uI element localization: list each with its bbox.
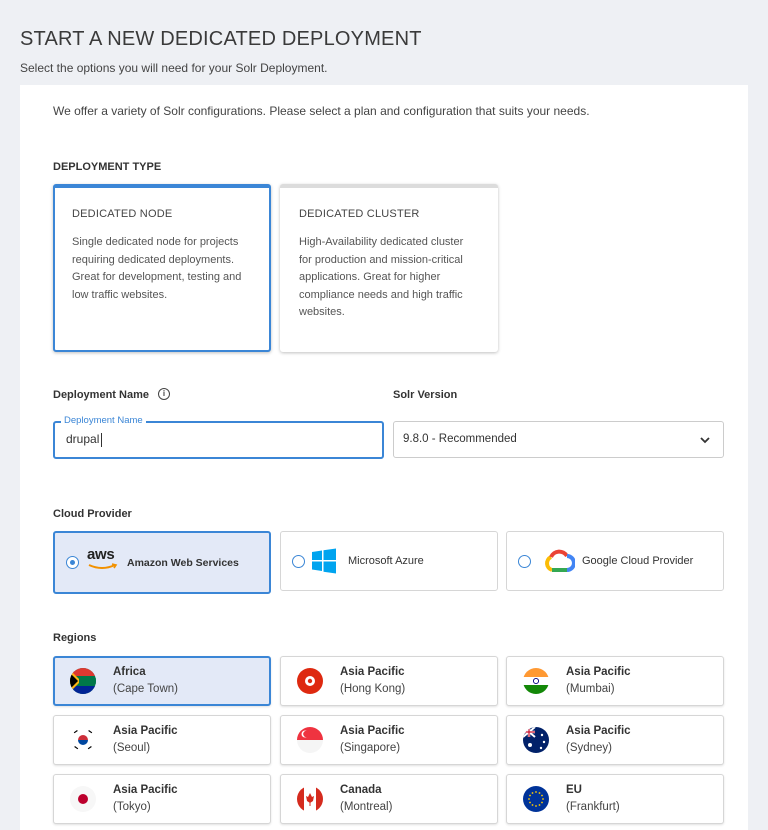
chevron-down-icon (700, 437, 710, 444)
region-name: Asia Pacific (566, 725, 631, 737)
deployment-type-dedicated-cluster[interactable]: DEDICATED CLUSTER High-Availability dedi… (280, 184, 498, 352)
page-subtitle: Select the options you will need for you… (20, 61, 328, 75)
region-africa-cape-town[interactable]: Africa (Cape Town) (53, 656, 271, 706)
eu-flag-icon (523, 786, 549, 812)
region-asia-tokyo[interactable]: Asia Pacific (Tokyo) (53, 774, 271, 824)
solr-version-label: Solr Version (393, 389, 458, 401)
deployment-form-panel: We offer a variety of Solr configuration… (20, 85, 748, 830)
deployment-name-label: Deployment Name (53, 389, 149, 401)
region-city: (Seoul) (113, 742, 151, 754)
page-title: START A NEW DEDICATED DEPLOYMENT (20, 28, 422, 50)
regions-label: Regions (53, 632, 97, 644)
region-asia-seoul[interactable]: Asia Pacific (Seoul) (53, 715, 271, 765)
region-name: Asia Pacific (566, 666, 631, 678)
region-city: (Frankfurt) (566, 801, 620, 813)
region-city: (Mumbai) (566, 683, 615, 695)
region-name: Asia Pacific (113, 784, 178, 796)
region-name: Asia Pacific (340, 666, 405, 678)
cloud-provider-label: Cloud Provider (53, 508, 132, 520)
singapore-flag-icon (297, 727, 323, 753)
india-flag-icon (523, 668, 549, 694)
region-name: Asia Pacific (113, 725, 178, 737)
cloud-provider-google[interactable]: Google Cloud Provider (506, 531, 724, 591)
region-asia-sydney[interactable]: Asia Pacific (Sydney) (506, 715, 724, 765)
region-asia-singapore[interactable]: Asia Pacific (Singapore) (280, 715, 498, 765)
deployment-type-dedicated-node[interactable]: DEDICATED NODE Single dedicated node for… (53, 184, 271, 352)
deployment-type-label: DEPLOYMENT TYPE (53, 161, 162, 173)
region-eu-frankfurt[interactable]: EU (Frankfurt) (506, 774, 724, 824)
deployment-name-field[interactable]: Deployment Name (53, 415, 384, 459)
region-canada-montreal[interactable]: Canada (Montreal) (280, 774, 498, 824)
google-cloud-logo-icon (545, 549, 575, 572)
google-label: Google Cloud Provider (582, 555, 694, 567)
windows-logo-icon (312, 548, 336, 574)
cloud-provider-azure[interactable]: Microsoft Azure (280, 531, 498, 591)
text-caret (101, 433, 102, 447)
japan-flag-icon (70, 786, 96, 812)
region-name: Canada (340, 784, 382, 796)
region-city: (Cape Town) (113, 683, 178, 695)
region-asia-mumbai[interactable]: Asia Pacific (Mumbai) (506, 656, 724, 706)
south-korea-flag-icon (70, 727, 96, 753)
cloud-provider-aws[interactable]: aws Amazon Web Services (53, 531, 271, 594)
aws-logo-icon: aws (87, 546, 119, 572)
dedicated-node-description: Single dedicated node for projects requi… (72, 236, 242, 301)
info-icon[interactable]: i (158, 388, 170, 400)
hong-kong-flag-icon (297, 668, 323, 694)
canada-flag-icon (297, 786, 323, 812)
region-city: (Tokyo) (113, 801, 151, 813)
region-asia-hong-kong[interactable]: Asia Pacific (Hong Kong) (280, 656, 498, 706)
google-radio[interactable] (518, 555, 531, 568)
dedicated-cluster-title: DEDICATED CLUSTER (299, 208, 420, 220)
region-name: EU (566, 784, 582, 796)
australia-flag-icon (523, 727, 549, 753)
region-city: (Montreal) (340, 801, 393, 813)
intro-text: We offer a variety of Solr configuration… (53, 104, 590, 118)
dedicated-node-title: DEDICATED NODE (72, 208, 173, 220)
azure-radio[interactable] (292, 555, 305, 568)
region-name: Africa (113, 666, 146, 678)
dedicated-cluster-description: High-Availability dedicated cluster for … (299, 236, 464, 318)
region-city: (Singapore) (340, 742, 401, 754)
solr-version-select[interactable]: 9.8.0 - Recommended (393, 421, 724, 458)
region-name: Asia Pacific (340, 725, 405, 737)
deployment-name-input[interactable] (66, 432, 366, 446)
azure-label: Microsoft Azure (348, 555, 424, 567)
aws-logo-text: aws (87, 546, 115, 563)
solr-version-value: 9.8.0 - Recommended (403, 433, 517, 445)
region-city: (Hong Kong) (340, 683, 406, 695)
aws-label: Amazon Web Services (127, 557, 239, 569)
south-africa-flag-icon (70, 668, 96, 694)
aws-radio[interactable] (66, 556, 79, 569)
region-city: (Sydney) (566, 742, 613, 754)
deployment-name-floating-label: Deployment Name (61, 415, 146, 426)
